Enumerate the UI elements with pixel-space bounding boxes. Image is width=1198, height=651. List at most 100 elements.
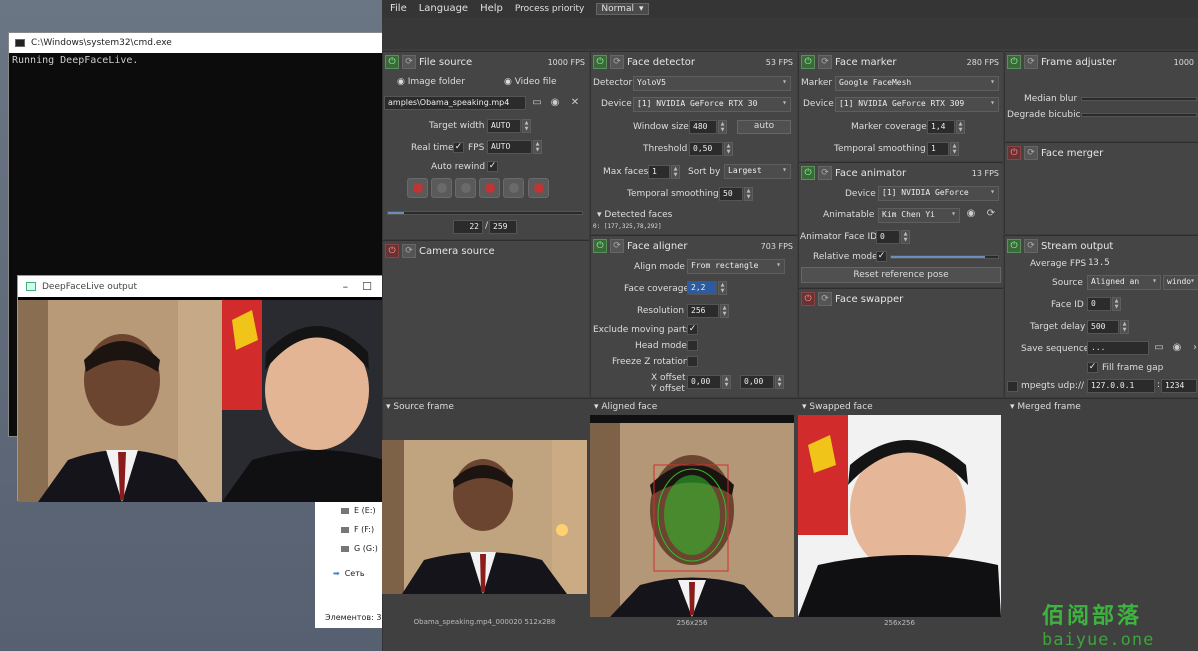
refresh-icon[interactable]: ⟳ bbox=[983, 208, 999, 222]
face-coverage-input[interactable]: 2,2 bbox=[687, 281, 717, 295]
frame-input[interactable]: 22 bbox=[453, 220, 483, 234]
record-button[interactable] bbox=[407, 178, 428, 198]
eye-icon[interactable]: ◉ bbox=[547, 97, 563, 111]
window-size-spinner[interactable]: ▲ ▼ bbox=[718, 120, 727, 134]
realtime-checkbox[interactable]: ✓ bbox=[453, 142, 464, 153]
relative-slider[interactable] bbox=[890, 255, 999, 259]
source-select[interactable]: Aligned an bbox=[1087, 275, 1161, 290]
folder-icon[interactable]: ▭ bbox=[529, 97, 545, 111]
sort-by-select[interactable]: Largest bbox=[724, 164, 791, 179]
power-icon[interactable]: ⏻ bbox=[801, 292, 815, 306]
animator-face-id-spinner[interactable]: ▲ ▼ bbox=[901, 230, 910, 244]
merged-frame-header[interactable]: ▾ Merged frame bbox=[1010, 402, 1081, 416]
gear-icon[interactable]: ⟳ bbox=[402, 244, 416, 258]
gear-icon[interactable]: ⟳ bbox=[1024, 146, 1038, 160]
gear-icon[interactable]: ⟳ bbox=[818, 292, 832, 306]
window-size-input[interactable]: 480 bbox=[689, 120, 717, 134]
threshold-spinner[interactable]: ▲ ▼ bbox=[724, 142, 733, 156]
fps-input[interactable]: AUTO bbox=[487, 140, 532, 154]
marker-temporal-input[interactable]: 1 bbox=[927, 142, 949, 156]
marker-temporal-spinner[interactable]: ▲ ▼ bbox=[950, 142, 959, 156]
play-button[interactable] bbox=[455, 178, 476, 198]
face-coverage-spinner[interactable]: ▲ ▼ bbox=[718, 281, 727, 295]
source-frame-header[interactable]: ▾ Source frame bbox=[386, 402, 454, 416]
max-faces-spinner[interactable]: ▲ ▼ bbox=[671, 165, 680, 179]
output-window[interactable]: DeepFaceLive output – ☐ bbox=[17, 275, 384, 502]
resolution-spinner[interactable]: ▲ ▼ bbox=[720, 304, 729, 318]
marker-coverage-input[interactable]: 1,4 bbox=[927, 120, 955, 134]
window-controls[interactable]: – ☐ bbox=[343, 280, 372, 293]
reset-reference-pose-button[interactable]: Reset reference pose bbox=[801, 267, 1001, 283]
gear-icon[interactable]: ⟳ bbox=[818, 55, 832, 69]
stop-button[interactable] bbox=[528, 178, 549, 198]
chevron-right-icon[interactable]: › bbox=[1187, 342, 1198, 356]
fps-spinner[interactable]: ▲ ▼ bbox=[533, 140, 542, 154]
aligned-face-header[interactable]: ▾ Aligned face bbox=[594, 402, 657, 416]
detected-faces-toggle[interactable]: ▾ Detected faces bbox=[597, 210, 672, 220]
swapped-face-header[interactable]: ▾ Swapped face bbox=[802, 402, 873, 416]
mpegts-host-input[interactable]: 127.0.0.1 bbox=[1087, 379, 1155, 393]
autorewind-checkbox[interactable]: ✓ bbox=[487, 161, 498, 172]
resolution-input[interactable]: 256 bbox=[687, 304, 719, 318]
fill-gap-checkbox[interactable]: ✓ bbox=[1087, 362, 1098, 373]
x-offset-spinner[interactable]: ▲ ▼ bbox=[722, 375, 731, 389]
marker-select[interactable]: Google FaceMesh bbox=[835, 76, 999, 91]
explorer-window[interactable]: E (E:) F (F:) G (G:) ➡ Сеть Элементов: 3 bbox=[315, 498, 390, 628]
temporal-spinner[interactable]: ▲ ▼ bbox=[744, 187, 753, 201]
power-icon[interactable]: ⏻ bbox=[1007, 239, 1021, 253]
mpegts-port-input[interactable]: 1234 bbox=[1161, 379, 1197, 393]
folder-icon[interactable]: ▭ bbox=[1151, 342, 1167, 356]
close-icon[interactable]: ✕ bbox=[567, 97, 583, 111]
marker-device-select[interactable]: [1] NVIDIA GeForce RTX 309 bbox=[835, 97, 999, 112]
drive-e[interactable]: E (E:) bbox=[341, 506, 376, 515]
target-width-input[interactable]: AUTO bbox=[487, 119, 521, 133]
power-icon[interactable]: ⏻ bbox=[385, 244, 399, 258]
eye-icon[interactable]: ◉ bbox=[963, 208, 979, 222]
power-icon[interactable]: ⏻ bbox=[1007, 146, 1021, 160]
power-icon[interactable]: ⏻ bbox=[593, 239, 607, 253]
power-icon[interactable]: ⏻ bbox=[801, 55, 815, 69]
power-icon[interactable]: ⏻ bbox=[593, 55, 607, 69]
gear-icon[interactable]: ⟳ bbox=[1024, 239, 1038, 253]
file-path-input[interactable]: amples\Obama_speaking.mp4 bbox=[384, 96, 526, 110]
target-delay-input[interactable]: 500 bbox=[1087, 320, 1119, 334]
target-delay-spinner[interactable]: ▲ ▼ bbox=[1120, 320, 1129, 334]
power-icon[interactable]: ⏻ bbox=[1007, 55, 1021, 69]
target-width-spinner[interactable]: ▲ ▼ bbox=[522, 119, 531, 133]
marker-coverage-spinner[interactable]: ▲ ▼ bbox=[956, 120, 965, 134]
forward-button[interactable] bbox=[503, 178, 524, 198]
degrade-bicubic-slider[interactable] bbox=[1081, 113, 1197, 117]
gear-icon[interactable]: ⟳ bbox=[402, 55, 416, 69]
max-faces-input[interactable]: 1 bbox=[648, 165, 670, 179]
detector-select[interactable]: YoloV5 bbox=[633, 76, 791, 91]
y-offset-spinner[interactable]: ▲ ▼ bbox=[775, 375, 784, 389]
rewind-button[interactable] bbox=[431, 178, 452, 198]
auto-button[interactable]: auto bbox=[737, 120, 791, 134]
gear-icon[interactable]: ⟳ bbox=[610, 55, 624, 69]
cmd-titlebar[interactable]: C:\Windows\system32\cmd.exe bbox=[9, 33, 387, 53]
threshold-input[interactable]: 0,50 bbox=[689, 142, 723, 156]
seek-slider[interactable] bbox=[387, 211, 583, 215]
exclude-checkbox[interactable]: ✓ bbox=[687, 324, 698, 335]
gear-icon[interactable]: ⟳ bbox=[1024, 55, 1038, 69]
y-offset-input[interactable]: 0,00 bbox=[740, 375, 774, 389]
median-blur-slider[interactable] bbox=[1081, 97, 1197, 101]
menu-file[interactable]: File bbox=[390, 3, 407, 14]
menu-language[interactable]: Language bbox=[419, 3, 468, 14]
freeze-checkbox[interactable] bbox=[687, 356, 698, 367]
animator-face-id-input[interactable]: 0 bbox=[876, 230, 900, 244]
gear-icon[interactable]: ⟳ bbox=[610, 239, 624, 253]
priority-select[interactable]: Normal ▾ bbox=[596, 2, 649, 15]
temporal-input[interactable]: 50 bbox=[719, 187, 743, 201]
gear-icon[interactable]: ⟳ bbox=[818, 166, 832, 180]
relative-mode-checkbox[interactable]: ✓ bbox=[876, 251, 887, 262]
mpegts-checkbox[interactable] bbox=[1007, 381, 1018, 392]
power-icon[interactable]: ⏻ bbox=[801, 166, 815, 180]
menu-help[interactable]: Help bbox=[480, 3, 503, 14]
align-mode-select[interactable]: From rectangle bbox=[687, 259, 785, 274]
radio-video-file[interactable]: ◉ Video file bbox=[504, 77, 557, 87]
stream-face-id-spinner[interactable]: ▲ ▼ bbox=[1112, 297, 1121, 311]
radio-image-folder[interactable]: ◉ Image folder bbox=[397, 77, 465, 87]
x-offset-input[interactable]: 0,00 bbox=[687, 375, 721, 389]
window-select[interactable]: windo bbox=[1163, 275, 1198, 290]
